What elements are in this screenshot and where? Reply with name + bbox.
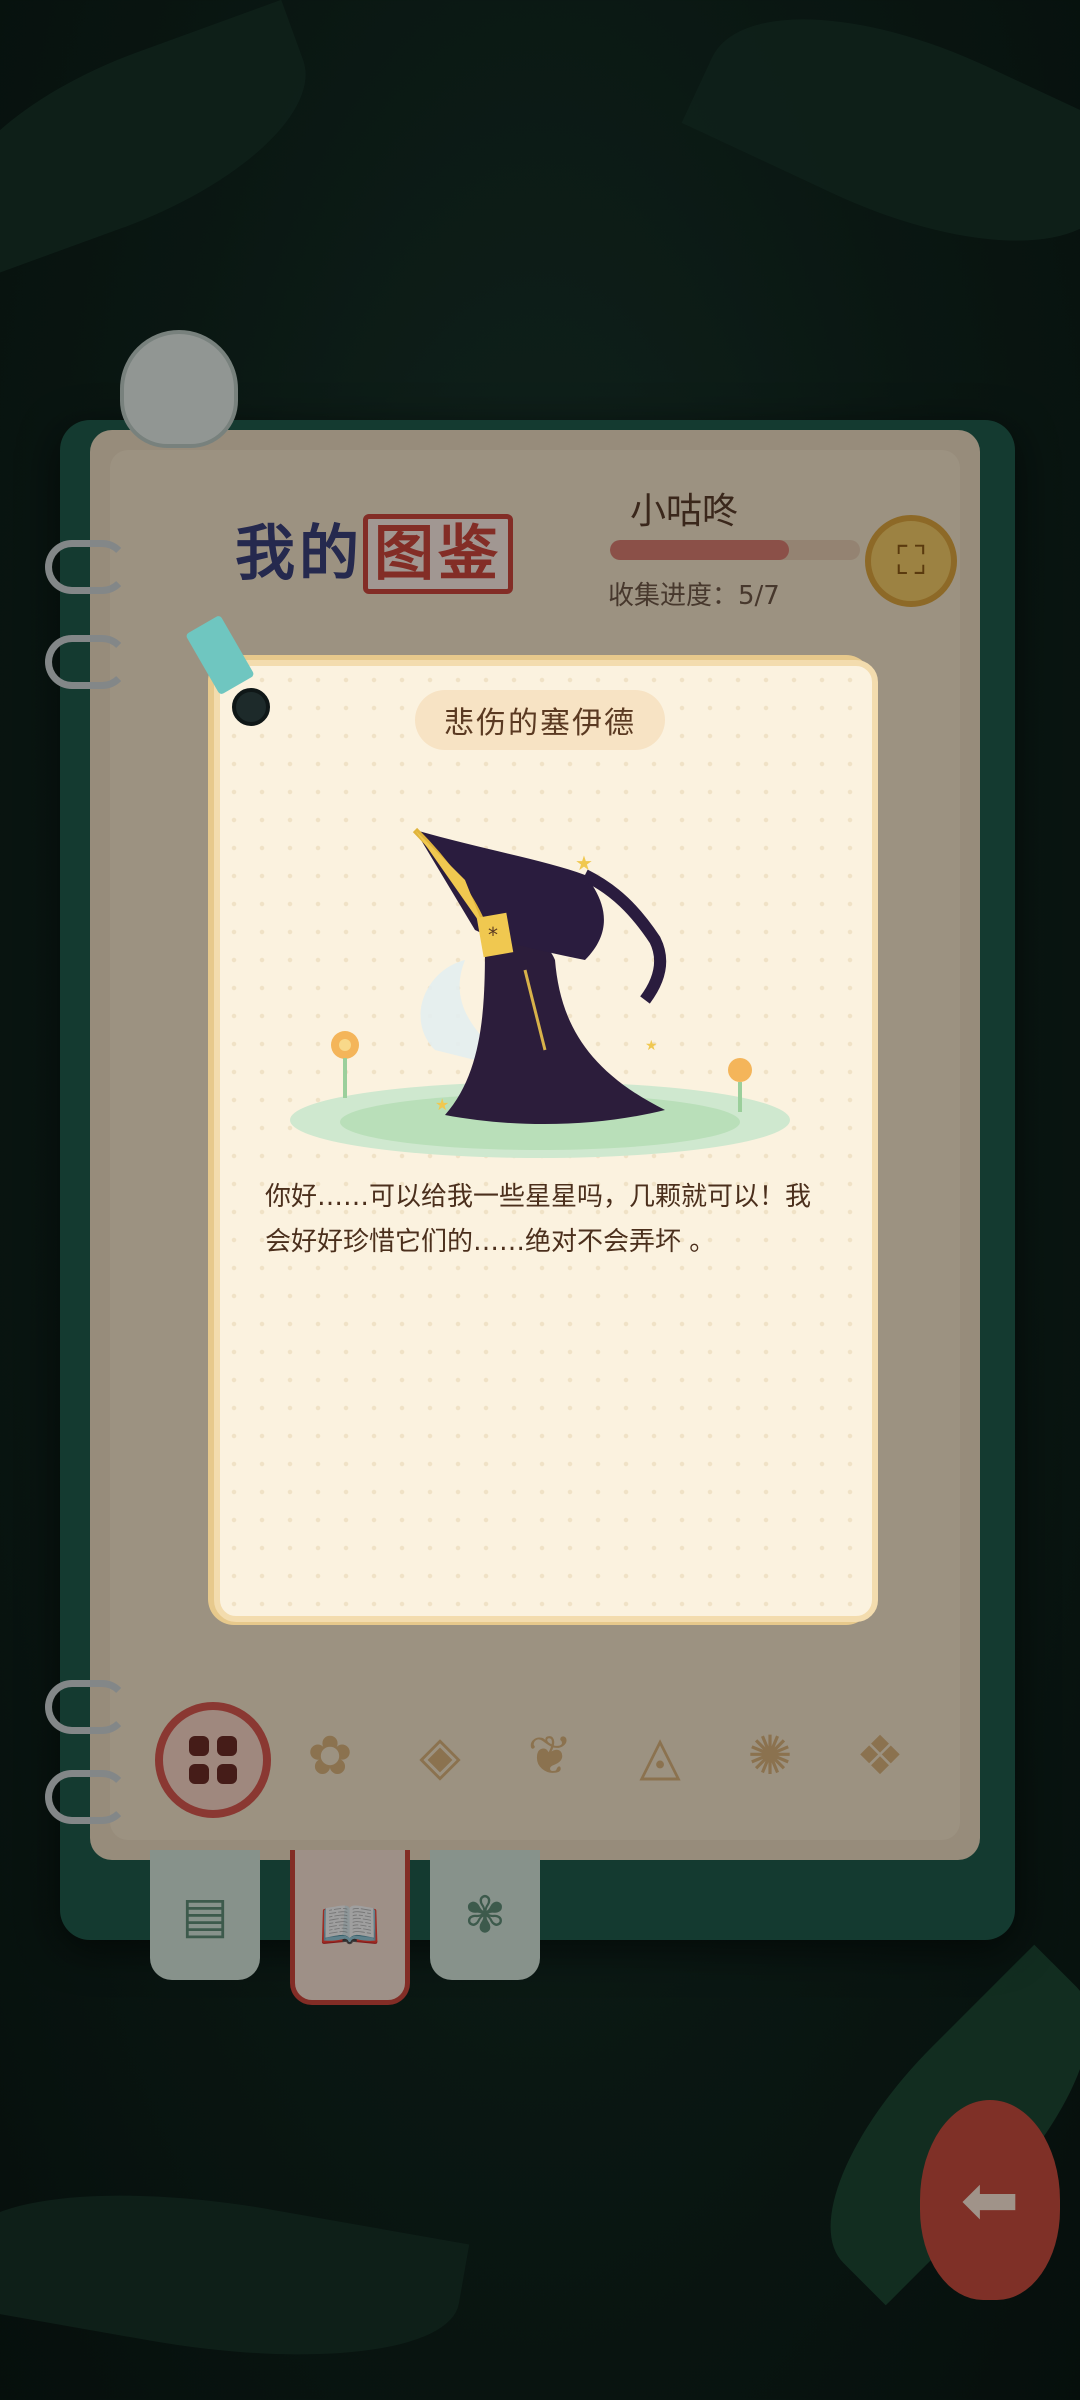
svg-text:*: * — [488, 923, 498, 947]
character-name-text: 悲伤的塞伊德 — [444, 706, 636, 741]
svg-text:★: ★ — [435, 1095, 449, 1114]
character-name: 悲伤的塞伊德 — [415, 690, 665, 750]
pin-icon — [232, 688, 270, 726]
character-dialog: 你好……可以给我一些星星吗，几颗就可以！我会好好珍惜它们的……绝对不会弄坏 。 — [265, 1182, 812, 1257]
svg-text:★: ★ — [645, 1038, 658, 1054]
svg-text:★: ★ — [575, 851, 593, 875]
witch-character-illustration: * ★ ★ ★ — [290, 827, 790, 1158]
